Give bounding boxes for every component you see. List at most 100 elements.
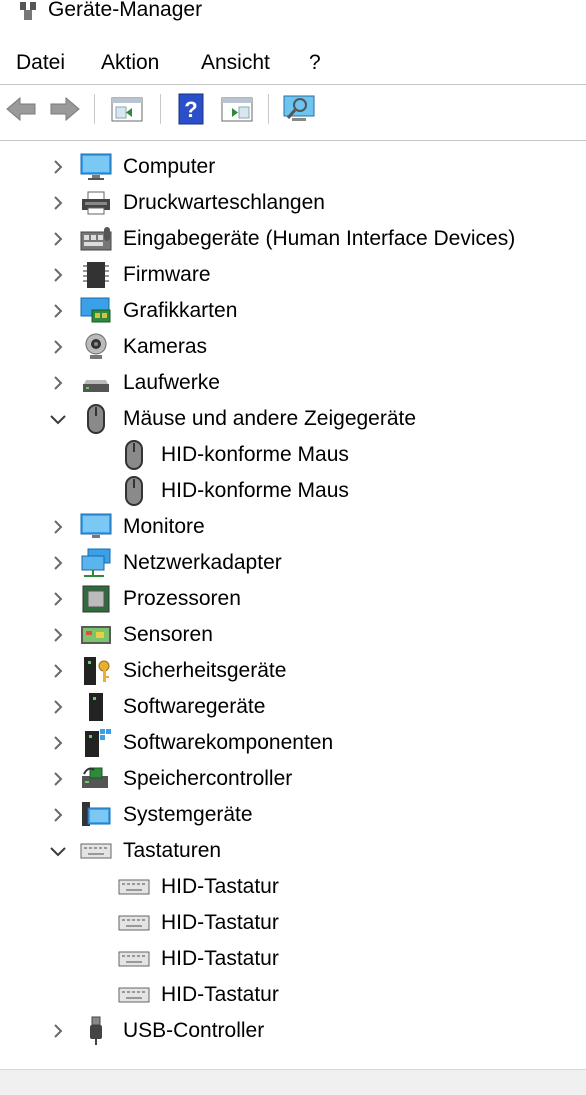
tree-item-sensoren[interactable]: Sensoren bbox=[0, 617, 586, 653]
storage-controller-icon bbox=[82, 767, 108, 788]
menu-datei[interactable]: Datei bbox=[16, 46, 65, 82]
chevron-down-icon[interactable] bbox=[48, 841, 68, 861]
printer-icon bbox=[82, 191, 110, 215]
computer-icon bbox=[80, 153, 112, 180]
keyboard-icon bbox=[118, 987, 150, 1003]
chevron-right-icon[interactable] bbox=[48, 697, 68, 717]
forward-button[interactable] bbox=[48, 92, 82, 126]
show-hide-console-tree-icon bbox=[111, 97, 143, 122]
device-manager-icon bbox=[20, 2, 36, 20]
tree-item-prozessoren[interactable]: Prozessoren bbox=[0, 581, 586, 617]
menu-separator bbox=[0, 84, 586, 85]
network-adapter-icon bbox=[81, 548, 111, 577]
mouse-icon bbox=[125, 440, 143, 470]
tree-item-label: Computer bbox=[123, 155, 216, 178]
help-icon: ? bbox=[178, 93, 204, 125]
tree-item-label: Laufwerke bbox=[123, 371, 220, 394]
tree-item-firmware[interactable]: Firmware bbox=[0, 257, 586, 293]
tree-item-computer[interactable]: Computer bbox=[0, 149, 586, 185]
tree-item-label: Systemgeräte bbox=[123, 803, 253, 826]
status-bar bbox=[0, 1069, 586, 1095]
hid-icon bbox=[80, 227, 112, 251]
tree-item-kameras[interactable]: Kameras bbox=[0, 329, 586, 365]
title-bar: Geräte-Manager bbox=[0, 0, 586, 28]
tree-item-hid-mouse[interactable]: HID-konforme Maus bbox=[0, 437, 586, 473]
usb-icon bbox=[90, 1016, 102, 1045]
back-button[interactable] bbox=[4, 92, 38, 126]
tree-item-label: Sicherheitsgeräte bbox=[123, 659, 287, 682]
tree-item-sicherheitsgeraete[interactable]: Sicherheitsgeräte bbox=[0, 653, 586, 689]
action-pane-icon bbox=[221, 97, 253, 122]
software-device-icon bbox=[89, 693, 103, 721]
tree-item-softwarekomponenten[interactable]: Softwarekomponenten bbox=[0, 725, 586, 761]
tree-item-softwaregeraete[interactable]: Softwaregeräte bbox=[0, 689, 586, 725]
chevron-down-icon[interactable] bbox=[48, 409, 68, 429]
monitor-icon bbox=[80, 513, 112, 538]
firmware-icon bbox=[83, 262, 109, 288]
tree-item-monitore[interactable]: Monitore bbox=[0, 509, 586, 545]
tree-item-label: Kameras bbox=[123, 335, 208, 358]
tree-item-maeuse[interactable]: Mäuse und andere Zeigegeräte bbox=[0, 401, 586, 437]
chevron-right-icon[interactable] bbox=[48, 373, 68, 393]
tree-item-grafikkarten[interactable]: Grafikkarten bbox=[0, 293, 586, 329]
tree-item-eingabegeraete[interactable]: Eingabegeräte (Human Interface Devices) bbox=[0, 221, 586, 257]
security-device-icon bbox=[84, 657, 110, 685]
tree-item-systemgeraete[interactable]: Systemgeräte bbox=[0, 797, 586, 833]
tree-item-label: Tastaturen bbox=[123, 839, 222, 862]
tree-item-label: Softwarekomponenten bbox=[123, 731, 334, 754]
chevron-right-icon[interactable] bbox=[48, 301, 68, 321]
chevron-right-icon[interactable] bbox=[48, 661, 68, 681]
chevron-right-icon[interactable] bbox=[48, 733, 68, 753]
chevron-right-icon[interactable] bbox=[48, 589, 68, 609]
console-tree-button[interactable] bbox=[110, 92, 144, 126]
tree-item-hid-keyboard[interactable]: HID-Tastatur bbox=[0, 977, 586, 1013]
tree-item-tastaturen[interactable]: Tastaturen bbox=[0, 833, 586, 869]
tree-item-label: Softwaregeräte bbox=[123, 695, 266, 718]
menu-ansicht[interactable]: Ansicht bbox=[201, 46, 270, 82]
tree-item-hid-keyboard[interactable]: HID-Tastatur bbox=[0, 905, 586, 941]
chevron-right-icon[interactable] bbox=[48, 805, 68, 825]
chevron-right-icon[interactable] bbox=[48, 769, 68, 789]
chevron-right-icon[interactable] bbox=[48, 157, 68, 177]
scan-hardware-button[interactable] bbox=[282, 92, 316, 126]
chevron-right-icon[interactable] bbox=[48, 1021, 68, 1041]
toolbar-separator bbox=[268, 94, 269, 124]
chevron-right-icon[interactable] bbox=[48, 553, 68, 573]
tree-item-label: Monitore bbox=[123, 515, 205, 538]
tree-item-netzwerkadapter[interactable]: Netzwerkadapter bbox=[0, 545, 586, 581]
keyboard-icon bbox=[118, 951, 150, 967]
toolbar: ? bbox=[0, 86, 586, 132]
chevron-right-icon[interactable] bbox=[48, 265, 68, 285]
menu-aktion[interactable]: Aktion bbox=[101, 46, 159, 82]
toolbar-separator bbox=[94, 94, 95, 124]
action-pane-button[interactable] bbox=[220, 92, 254, 126]
tree-item-hid-mouse[interactable]: HID-konforme Maus bbox=[0, 473, 586, 509]
chevron-right-icon[interactable] bbox=[48, 193, 68, 213]
sensor-icon bbox=[81, 626, 111, 644]
chevron-right-icon[interactable] bbox=[48, 337, 68, 357]
tree-item-label: HID-Tastatur bbox=[161, 947, 279, 970]
chevron-right-icon[interactable] bbox=[48, 229, 68, 249]
chevron-right-icon[interactable] bbox=[48, 625, 68, 645]
tree-item-label: HID-konforme Maus bbox=[161, 479, 349, 502]
tree-item-laufwerke[interactable]: Laufwerke bbox=[0, 365, 586, 401]
tree-item-label: Grafikkarten bbox=[123, 299, 238, 322]
system-device-icon bbox=[82, 802, 111, 826]
menu-help[interactable]: ? bbox=[309, 46, 321, 82]
tree-item-hid-keyboard[interactable]: HID-Tastatur bbox=[0, 869, 586, 905]
tree-item-label: USB-Controller bbox=[123, 1019, 265, 1042]
tree-item-usb-controller[interactable]: USB-Controller bbox=[0, 1013, 586, 1049]
mouse-icon bbox=[125, 476, 143, 506]
help-button[interactable]: ? bbox=[174, 92, 208, 126]
keyboard-icon bbox=[80, 843, 112, 859]
tree-item-speichercontroller[interactable]: Speichercontroller bbox=[0, 761, 586, 797]
tree-item-label: Firmware bbox=[123, 263, 211, 286]
chevron-right-icon[interactable] bbox=[48, 517, 68, 537]
tree-item-druckwarteschlangen[interactable]: Druckwarteschlangen bbox=[0, 185, 586, 221]
tree-item-hid-keyboard[interactable]: HID-Tastatur bbox=[0, 941, 586, 977]
window-title: Geräte-Manager bbox=[48, 0, 203, 21]
tree-item-label: Eingabegeräte (Human Interface Devices) bbox=[123, 227, 516, 250]
tree-item-label: Sensoren bbox=[123, 623, 213, 646]
svg-text:?: ? bbox=[184, 97, 197, 122]
tree-item-label: HID-Tastatur bbox=[161, 983, 279, 1006]
